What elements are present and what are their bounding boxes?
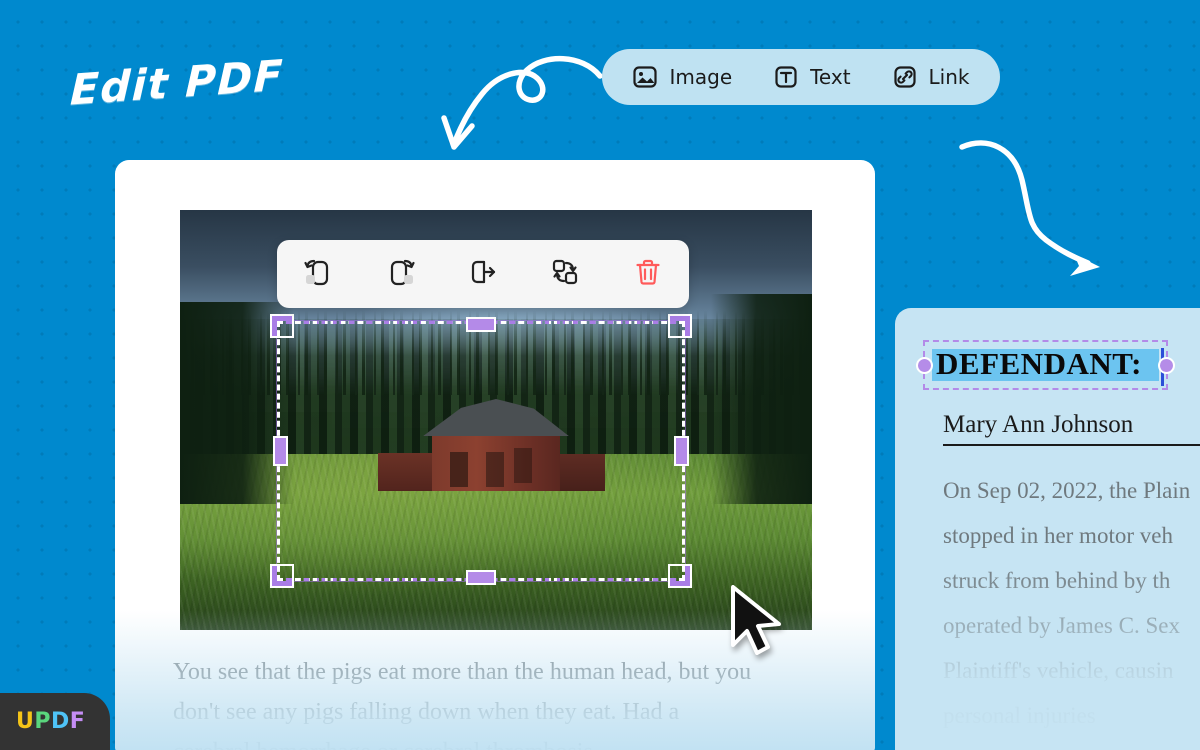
resize-handle-right[interactable] [674, 436, 689, 466]
mode-item-link[interactable]: Link [886, 60, 976, 94]
link-icon [892, 64, 918, 90]
image-selection-box[interactable] [270, 314, 692, 588]
page-title: Edit PDF [69, 50, 285, 115]
rotate-left-icon [300, 254, 336, 295]
text-icon [773, 64, 799, 90]
text-edit-panel[interactable]: DEFENDANT: Mary Ann Johnson On Sep 02, 2… [895, 308, 1200, 750]
body-line: operated by James C. Sex [943, 613, 1180, 638]
mode-item-link-label: Link [928, 65, 970, 89]
updf-logo: UPDF [16, 709, 85, 734]
extract-button[interactable] [457, 248, 509, 300]
logo-letter-f: F [69, 709, 86, 734]
document-paragraph: You see that the pigs eat more than the … [173, 652, 843, 750]
resize-handle-left[interactable] [273, 436, 288, 466]
body-line: On Sep 02, 2022, the Plain [943, 478, 1191, 503]
mode-item-text[interactable]: Text [767, 60, 856, 94]
body-line: stopped in her motor veh [943, 523, 1173, 548]
mode-toolbar: Image Text Link [602, 49, 1000, 105]
resize-handle-bottom-right[interactable] [668, 564, 692, 588]
photo-foreground-trees-right [710, 294, 812, 504]
paragraph-line: don't see any pigs falling down when the… [173, 699, 680, 725]
body-line: struck from behind by th [943, 568, 1171, 593]
mode-item-image-label: Image [669, 65, 733, 89]
resize-handle-top-left[interactable] [270, 314, 294, 338]
defendant-name-field[interactable]: Mary Ann Johnson [943, 411, 1200, 446]
selection-dashes [277, 321, 685, 581]
mouse-cursor-icon [731, 585, 781, 655]
rotate-right-icon [383, 254, 419, 295]
mode-item-image[interactable]: Image [626, 60, 738, 94]
curved-loop-arrow-icon [441, 56, 603, 150]
text-selection-box[interactable]: DEFENDANT: [916, 340, 1175, 390]
replace-button[interactable] [539, 248, 591, 300]
logo-letter-d: D [51, 709, 70, 734]
selected-heading-text: DEFENDANT: [936, 346, 1142, 381]
resize-handle-top[interactable] [466, 317, 496, 332]
s-curve-arrow-icon [959, 140, 1100, 276]
text-handle-right[interactable] [1158, 357, 1175, 374]
delete-button[interactable] [622, 248, 674, 300]
panel-body-text: On Sep 02, 2022, the Plain stopped in he… [943, 468, 1200, 738]
extract-icon [465, 254, 501, 295]
paragraph-line: cerebral hemorrhage or cerebral thrombos… [173, 732, 843, 750]
resize-handle-bottom[interactable] [466, 570, 496, 585]
logo-letter-p: P [34, 709, 51, 734]
body-line: Plaintiff's vehicle, causin [943, 658, 1174, 683]
updf-logo-badge[interactable]: UPDF [0, 693, 110, 750]
mode-item-text-label: Text [810, 65, 851, 89]
image-context-toolbar [277, 240, 689, 308]
page-background: Edit PDF Image Text Link You see that th… [0, 0, 1200, 750]
resize-handle-bottom-left[interactable] [270, 564, 294, 588]
text-handle-left[interactable] [916, 357, 933, 374]
logo-letter-u: U [16, 709, 35, 734]
trash-icon [630, 254, 666, 295]
rotate-left-button[interactable] [292, 248, 344, 300]
body-line: personal injuries [943, 703, 1096, 728]
image-icon [632, 64, 658, 90]
resize-handle-top-right[interactable] [668, 314, 692, 338]
replace-icon [547, 254, 583, 295]
rotate-right-button[interactable] [375, 248, 427, 300]
